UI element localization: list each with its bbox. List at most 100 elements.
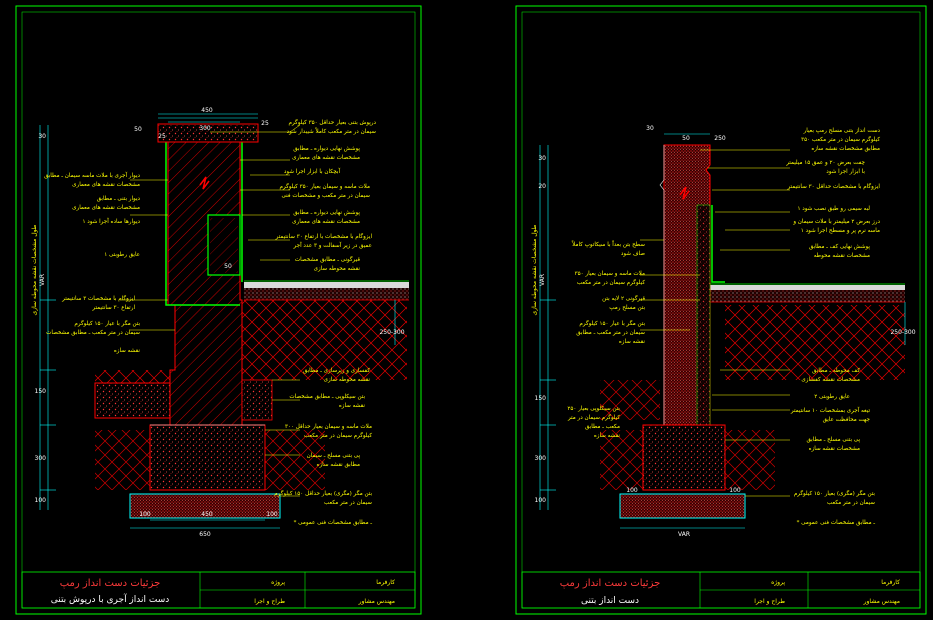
title-block-left: جزئیات دست انداز رمپ دست انداز آجری با د… — [21, 571, 416, 609]
annotations-right-left-sheet: درپوش بتنی بعیار حداقل ۳۵۰ کیلوگرم سیمان… — [275, 118, 377, 272]
note-l-10: نقشه سازه — [114, 348, 141, 354]
note-l-4: دیوارها ساده آجرا شود ۱ — [82, 218, 140, 225]
note-lo-6: پی بتنی مسلح ـ سیمان — [307, 453, 361, 459]
title-sub-left: دست انداز آجری با درپوش بتنی — [51, 593, 170, 605]
note-r-7: پوشش نهایی دیواره ـ مطابق — [293, 210, 360, 216]
note-l-9: سیمان در متر مکعب ـ مطابق مشخصات — [46, 329, 140, 336]
annotations-lower-right-sheet: کف محوطه ـ مطابق مشخصات نقشه کفسازی عایق… — [790, 367, 876, 526]
note-lo-7: مطابق نقشه سازه — [317, 462, 360, 468]
note-l-6: ایزوگام با مشخصات ۳ سانتیمتر — [61, 294, 135, 302]
dim-top-4: 50 — [134, 126, 142, 133]
rnote-lo-8: سیمان در متر مکعب — [827, 499, 875, 506]
rnote-l-1: صاف شود — [621, 251, 645, 257]
rnote-l-12: نقشه سازه — [594, 433, 621, 439]
note-r-3: مشخصات نقشه های معماری — [292, 155, 360, 161]
dim-r-bottom-1: VAR — [678, 531, 690, 538]
dim-r-left-1: 20 — [538, 183, 546, 190]
dim-r-left-3: 150 — [535, 395, 547, 402]
rnote-lo-9: * ـ مطابق مشخصات فنی عمومی — [797, 520, 876, 526]
note-lo-8: بتن مگر (مگری) بعیار حداقل ۱۵۰ کیلوگرم — [274, 489, 372, 497]
dim-r-left-5: 100 — [535, 497, 547, 504]
dim-left-2: 150 — [35, 388, 47, 395]
dim-r-top-1: 50 — [682, 135, 690, 142]
dim-left-4: 100 — [35, 497, 47, 504]
dim-top-3: 25 — [158, 133, 166, 140]
note-lo-1: نقشه محوطه سازی — [324, 377, 371, 383]
floor-layers-right — [700, 283, 905, 303]
note-r-0: درپوش بتنی بعیار حداقل ۳۵۰ کیلوگرم — [289, 118, 377, 126]
dim-bottom-2: 100 — [266, 511, 278, 518]
title-sub-right: دست انداز بتنی — [581, 596, 639, 606]
cad-drawing-canvas: جزئیات دست انداز رمپ دست انداز آجری با د… — [15, 5, 927, 615]
dim-bottom-0: 100 — [139, 511, 151, 518]
rnote-l-5: بتن مسلح رمپ — [609, 305, 645, 311]
dim-bottom-1: 450 — [201, 511, 213, 518]
rnote-lo-5: پی بتنی مسلح ـ مطابق — [806, 437, 860, 443]
dim-top-2: 300 — [199, 125, 211, 132]
note-lo-5: کیلوگرم سیمان در متر مکعب — [304, 431, 372, 439]
dim-r-right-0: 250-300 — [890, 329, 915, 336]
rnote-lo-4: جهت محافظت عایق — [823, 417, 871, 423]
rnote-lo-3: تیغه آجری بمشخصات ۱۰ سانتیمتر — [790, 407, 871, 414]
note-lo-2: بتن سیکلوپی ـ مطابق مشخصات — [289, 393, 365, 400]
note-r-9: ایزوگام با مشخصات با ارتفاع ۳۰ سانتیمتر — [275, 232, 373, 240]
tb-field-consultant-left: مهندس مشاور — [358, 598, 395, 605]
sheet-left: جزئیات دست انداز رمپ دست انداز آجری با د… — [15, 5, 422, 615]
note-l-8: بتن مگر با عیار ۱۵۰ کیلوگرم — [74, 319, 140, 327]
dim-top-0: 450 — [201, 107, 213, 114]
rnote-r-2: مطابق مشخصات نقشه سازه — [811, 146, 880, 152]
rnote-r-5: ایزوگام با مشخصات حداقل ۳۰ سانتیمتر — [786, 182, 880, 190]
note-r-11: قیرگونی ـ مطابق مشخصات — [295, 255, 360, 263]
dim-r-left-4: 300 — [535, 455, 547, 462]
note-l-5: عایق رطوبتی ۱ — [104, 252, 140, 258]
dim-top-5: 50 — [224, 263, 232, 270]
rnote-l-0: سطح بتن بعداً با سیکاتوپ کاملاً — [571, 240, 645, 248]
note-lo-9: سیمان در متر مکعب — [324, 499, 372, 506]
tb-field-project-right: پروژه — [771, 579, 785, 586]
rnote-r-7: درز بعرض ۲ میلیمتر با ملات سیمان و — [792, 219, 880, 225]
note-l-0: دیوار آجری با ملات ماسه سیمان ـ مطابق — [44, 172, 140, 179]
note-lo-10: * ـ مطابق مشخصات فنی عمومی — [294, 520, 373, 526]
note-lo-3: نقشه سازه — [339, 403, 366, 409]
rnote-l-4: قیرگونی ۲ لایه بتن — [602, 294, 645, 302]
dim-left-0: 30 — [38, 133, 46, 140]
tb-field-consultant-right: مهندس مشاور — [863, 598, 900, 605]
tb-field-project-left: پروژه — [271, 579, 285, 586]
note-r-4: آبچکان با ابزار اجرا شود — [284, 168, 341, 175]
note-l-7: ارتفاع ۳۰ سانتیمتر — [91, 305, 135, 311]
dim-left-3: 300 — [35, 455, 47, 462]
dim-r-bottom-0: 100 — [626, 487, 638, 494]
rnote-r-10: مشخصات نقشه محوطه — [814, 253, 870, 259]
annotations-left-left-sheet: دیوار آجری با ملات ماسه سیمان ـ مطابق مش… — [44, 172, 140, 354]
rnote-r-8: ماسه نرم پر و مسطح اجرا شود ۱ — [801, 228, 880, 234]
rnote-l-8: نقشه سازه — [619, 339, 646, 345]
note-r-10: عمیق در زیر آسفالت و ۳ عدد آجر — [293, 242, 372, 249]
title-main-left: جزئیات دست انداز رمپ — [60, 578, 161, 589]
tb-field-client-right: کارفرما — [881, 579, 900, 586]
dim-right-0: 250-300 — [379, 329, 404, 336]
rnote-l-2: ملات ماسه و سیمان بعیار ۳۵۰ — [575, 271, 645, 277]
vertical-label-right: طول مشخصات نقشه محوطه سازی — [531, 224, 538, 315]
title-block-right: جزئیات دست انداز رمپ دست انداز بتنی پروژ… — [521, 571, 921, 609]
dim-r-left-0: 30 — [538, 155, 546, 162]
tb-field-designer-left: طراح و اجرا — [254, 598, 285, 605]
rnote-lo-1: مشخصات نقشه کفسازی — [801, 376, 860, 383]
tb-field-client-left: کارفرما — [376, 579, 395, 586]
rnote-l-6: بتن مگر با عیار ۱۵۰ کیلوگرم — [579, 319, 645, 327]
rnote-l-3: کیلوگرم سیمان در متر مکعب — [577, 278, 645, 286]
note-lo-4: ملات ماسه و سیمان بعیار حداقل ۳۰۰ — [285, 424, 372, 430]
rnote-r-1: ۳۵۰ کیلوگرم سیمان در متر مکعب — [801, 135, 880, 143]
dim-top-1: 25 — [261, 120, 269, 127]
rnote-l-9: بتن سیکلوپی بعیار ۲۵۰ — [567, 405, 620, 412]
rnote-lo-7: بتن مگر (مگری) بعیار ۱۵۰ کیلوگرم — [794, 489, 876, 497]
sheet-right: جزئیات دست انداز رمپ دست انداز بتنی پروژ… — [515, 5, 927, 615]
dim-bottom-3: 650 — [199, 531, 211, 538]
note-l-1: مشخصات نقشه های معماری — [72, 182, 140, 188]
floor-layers-left — [244, 280, 409, 301]
tb-field-designer-right: طراح و اجرا — [754, 598, 785, 605]
foundation-left — [129, 424, 281, 519]
dim-r-left-2: VAR — [539, 274, 546, 286]
rnote-r-0: دست انداز بتنی مسلح رمپ بعیار — [803, 128, 881, 134]
rnote-r-9: پوشش نهایی کف ـ مطابق — [809, 243, 870, 250]
note-l-2: دیوار بتنی ـ مطابق — [97, 196, 141, 202]
